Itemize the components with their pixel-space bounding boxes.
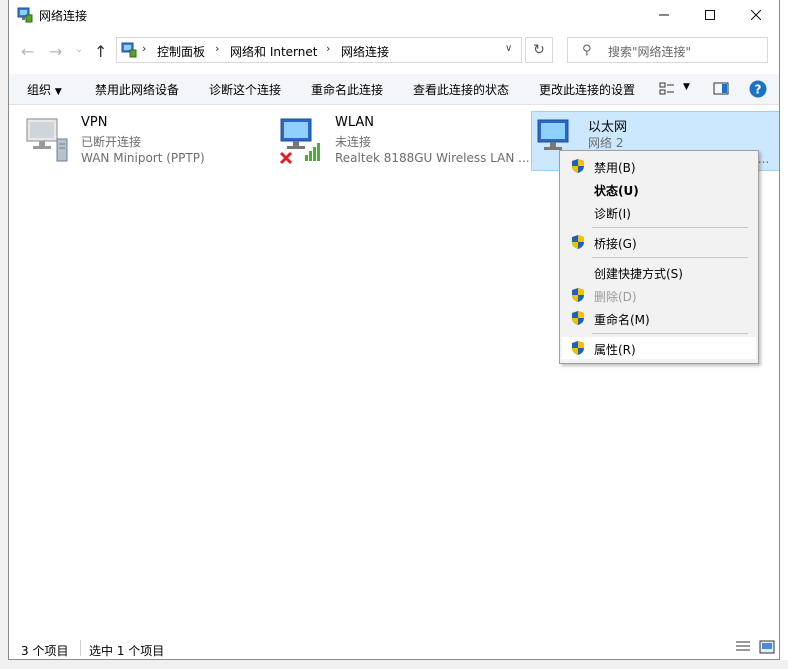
connection-name: WLAN	[335, 115, 375, 130]
menu-item-label: 重命名(M)	[594, 313, 650, 327]
refresh-icon: ↻	[533, 42, 545, 58]
refresh-button[interactable]: ↻	[525, 37, 553, 63]
navigation-bar: ← → ⌄ ↑ › 控制面板 › 网络和 Internet › 网络连接 ∨ ↻…	[9, 34, 779, 66]
maximize-button[interactable]	[687, 0, 733, 30]
help-icon[interactable]: ?	[749, 80, 767, 98]
network-connections-icon	[17, 7, 33, 23]
menu-item-properties[interactable]: 属性(R)	[562, 337, 756, 359]
control-panel-icon	[121, 42, 137, 58]
preview-pane-icon[interactable]	[713, 81, 729, 97]
recent-locations-chevron-icon[interactable]: ⌄	[75, 44, 83, 55]
view-status-button[interactable]: 查看此连接的状态	[413, 81, 509, 98]
connection-status: 已断开连接	[81, 135, 142, 149]
details-view-icon[interactable]	[735, 640, 751, 654]
connection-device: Realtek 8188GU Wireless LAN ...	[335, 151, 530, 165]
menu-item-label: 状态(U)	[594, 184, 639, 198]
view-options-dropdown-icon[interactable]: ▼	[683, 82, 690, 92]
breadcrumb-separator-icon: ›	[215, 42, 220, 55]
connection-status: 未连接	[335, 135, 372, 149]
minimize-icon	[659, 14, 669, 16]
search-box[interactable]: ⚲ 搜索"网络连接"	[567, 37, 768, 63]
menu-item-create-shortcut[interactable]: 创建快捷方式(S)	[562, 261, 756, 283]
status-bar: 3 个项目 选中 1 个项目	[9, 636, 779, 659]
uac-shield-icon	[572, 341, 584, 355]
uac-shield-icon	[572, 311, 584, 325]
breadcrumb-network-connections[interactable]: 网络连接	[341, 43, 389, 60]
menu-item-label: 创建快捷方式(S)	[594, 267, 683, 281]
close-button[interactable]	[733, 0, 779, 30]
menu-item-bridge[interactable]: 桥接(G)	[562, 231, 756, 253]
address-dropdown-icon[interactable]: ∨	[505, 43, 512, 54]
uac-shield-icon	[572, 159, 584, 173]
taskbar-edge	[0, 660, 788, 669]
disconnected-x-icon	[279, 151, 293, 165]
change-settings-button[interactable]: 更改此连接的设置	[539, 81, 635, 98]
context-menu: 禁用(B) 状态(U) 诊断(I) 桥接(G) 创建快捷方式(S) 删除(D) …	[559, 150, 759, 364]
connection-item-wlan[interactable]: WLAN 未连接 Realtek 8188GU Wireless LAN ...	[279, 111, 531, 171]
chevron-down-icon: ▼	[54, 87, 62, 97]
organize-label: 组织	[27, 83, 52, 97]
menu-item-label: 删除(D)	[594, 290, 637, 304]
status-divider	[80, 640, 81, 656]
menu-item-label: 诊断(I)	[594, 207, 631, 221]
uac-shield-icon	[572, 235, 584, 249]
vpn-connection-icon	[26, 118, 68, 162]
menu-item-rename[interactable]: 重命名(M)	[562, 307, 756, 329]
breadcrumb-network-internet[interactable]: 网络和 Internet	[230, 43, 317, 60]
organize-menu-button[interactable]: 组织 ▼	[27, 81, 62, 98]
window-title: 网络连接	[39, 9, 88, 23]
disable-device-button[interactable]: 禁用此网络设备	[95, 81, 179, 98]
view-options-icon[interactable]	[659, 81, 675, 97]
menu-item-label: 属性(R)	[594, 343, 636, 357]
menu-item-delete: 删除(D)	[562, 284, 756, 306]
svg-text:?: ?	[755, 83, 762, 97]
connection-device: WAN Miniport (PPTP)	[81, 151, 205, 165]
diagnose-connection-button[interactable]: 诊断这个连接	[209, 81, 281, 98]
title-bar: 网络连接	[9, 0, 779, 30]
connection-name: 以太网	[588, 120, 628, 135]
up-arrow-icon[interactable]: ↑	[94, 42, 107, 61]
forward-arrow-icon[interactable]: →	[49, 42, 62, 61]
menu-item-diagnose[interactable]: 诊断(I)	[562, 201, 756, 223]
menu-item-status[interactable]: 状态(U)	[562, 178, 756, 200]
search-placeholder: 搜索"网络连接"	[608, 45, 692, 59]
close-icon	[751, 10, 761, 20]
menu-item-disable[interactable]: 禁用(B)	[562, 155, 756, 177]
command-toolbar: 组织 ▼ 禁用此网络设备 诊断这个连接 重命名此连接 查看此连接的状态 更改此连…	[9, 74, 779, 105]
menu-item-label: 桥接(G)	[594, 237, 637, 251]
maximize-icon	[705, 10, 715, 20]
breadcrumb-control-panel[interactable]: 控制面板	[157, 43, 205, 60]
menu-separator	[592, 257, 748, 258]
breadcrumb-separator-icon: ›	[326, 42, 331, 55]
selected-count: 选中 1 个项目	[89, 644, 165, 658]
background-window-edge	[0, 0, 8, 669]
rename-connection-button[interactable]: 重命名此连接	[311, 81, 383, 98]
minimize-button[interactable]	[641, 0, 687, 30]
large-icons-view-icon[interactable]	[759, 640, 775, 654]
search-icon: ⚲	[582, 43, 592, 58]
menu-item-label: 禁用(B)	[594, 161, 636, 175]
back-arrow-icon[interactable]: ←	[21, 42, 34, 61]
menu-separator	[592, 333, 748, 334]
uac-shield-icon	[572, 288, 584, 302]
address-bar[interactable]: › 控制面板 › 网络和 Internet › 网络连接 ∨	[116, 37, 522, 63]
connection-status: 网络 2	[588, 136, 624, 150]
breadcrumb-separator-icon: ›	[142, 42, 147, 55]
menu-separator	[592, 227, 748, 228]
connection-name: VPN	[81, 115, 108, 130]
item-count: 3 个项目	[21, 644, 69, 658]
connection-item-vpn[interactable]: VPN 已断开连接 WAN Miniport (PPTP)	[25, 111, 265, 171]
